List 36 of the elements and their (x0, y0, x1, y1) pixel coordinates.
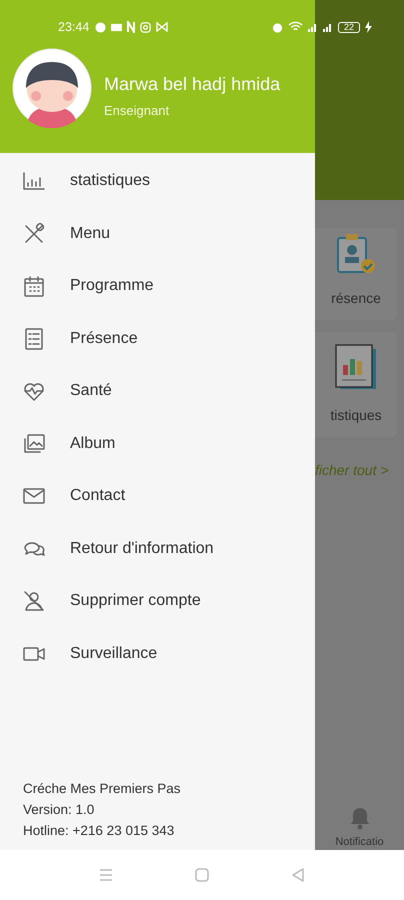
app-info-text: Version: 1.0 (23, 801, 96, 819)
menu-item[interactable]: Programme (0, 260, 315, 312)
user-role: Enseignant (104, 103, 170, 118)
wifi-icon (288, 21, 303, 33)
camera-icon (140, 22, 152, 32)
menu-item[interactable]: Contact (0, 470, 315, 522)
notification-icon (95, 22, 106, 32)
app-info-text: Créche Mes Premiers Pas (23, 780, 182, 798)
notification-icon (127, 21, 136, 33)
person-off-icon (22, 589, 46, 614)
menu-item[interactable]: Retour d'information (0, 522, 315, 575)
menu-item[interactable]: Menu (0, 208, 315, 260)
signal-icon (323, 22, 333, 32)
calendar-icon (22, 274, 46, 298)
notification-icon (156, 22, 168, 32)
signal-icon (308, 22, 318, 32)
back-icon[interactable] (290, 867, 306, 883)
charging-icon (365, 21, 372, 33)
alarm-icon (272, 22, 283, 32)
home-icon[interactable] (194, 867, 210, 883)
battery-indicator: 22 (338, 22, 360, 32)
nav-label: Notificatio (335, 836, 384, 848)
menu-item[interactable]: Présence (0, 312, 315, 365)
menu-item[interactable]: Surveillance (0, 628, 315, 680)
clipboard-icon (336, 232, 376, 276)
photo-album-icon (22, 432, 46, 456)
clock: 23:44 (58, 20, 90, 34)
menu-item[interactable]: Santé (0, 365, 315, 418)
user-name: Marwa bel hadj hmida (104, 74, 280, 95)
app-info-text: Hotline: +216 23 015 343 (23, 822, 176, 840)
menu-item[interactable]: Album (0, 418, 315, 470)
menu-item[interactable]: statistiques (0, 155, 315, 208)
card-label: tistiques (330, 407, 382, 423)
menu-icon[interactable] (98, 867, 114, 883)
card-label: résence (331, 290, 381, 306)
menu-item[interactable]: Supprimer compte (0, 575, 315, 628)
